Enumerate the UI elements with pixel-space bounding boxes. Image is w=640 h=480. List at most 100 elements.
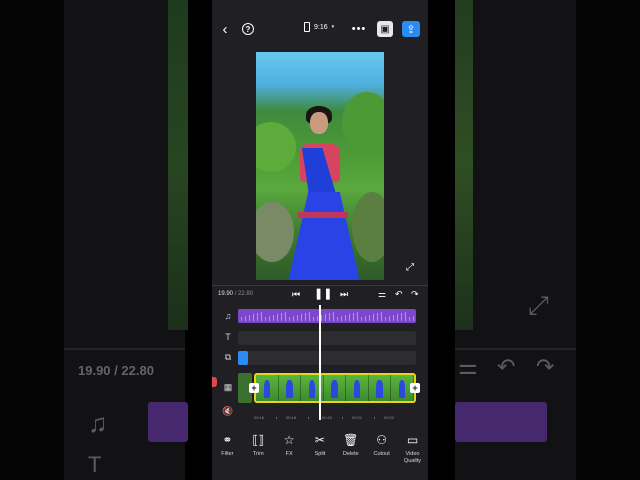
waveform-bar xyxy=(241,317,242,321)
add-music-icon[interactable]: ♫ xyxy=(222,310,234,322)
ruler-dot xyxy=(342,417,343,419)
ruler-tick: 00:20 xyxy=(322,415,333,420)
tool-label: Delete xyxy=(342,451,359,457)
fullscreen-icon[interactable]: ⤢ xyxy=(406,262,414,273)
timecode-current: 19.90 xyxy=(218,291,234,297)
adjust-icon[interactable]: ⚌ xyxy=(378,289,386,300)
chevron-left-icon[interactable]: ‹ xyxy=(216,20,234,38)
tool-trim[interactable]: ⟦⟧ Trim xyxy=(243,432,273,472)
tool-cutout[interactable]: ⚇ Cutout xyxy=(367,432,397,472)
foliage-blob xyxy=(342,92,384,152)
ruler-tick: 00:22 xyxy=(384,415,395,420)
aspect-ratio-label: 9:16 xyxy=(314,23,328,31)
foliage-blob xyxy=(256,122,296,172)
waveform-bar xyxy=(341,316,342,321)
ruler-tick: 00:16 xyxy=(254,415,265,420)
ruler-dot xyxy=(308,417,309,419)
waveform-bar xyxy=(409,317,410,321)
waveform-bar xyxy=(349,314,350,321)
add-pip-icon[interactable]: ⧉ xyxy=(222,351,234,363)
bg-right-edge xyxy=(576,0,640,480)
pip-track[interactable] xyxy=(238,351,416,365)
music-track[interactable] xyxy=(238,309,416,323)
waveform-bar xyxy=(325,314,326,321)
waveform-bar xyxy=(377,313,378,321)
waveform-bar xyxy=(257,313,258,321)
waveform-bar xyxy=(385,317,386,321)
clip-frame xyxy=(323,375,347,401)
add-transition-button[interactable]: + xyxy=(249,383,259,393)
video-clip-selected[interactable] xyxy=(254,373,416,403)
skip-forward-icon[interactable]: ⏭ xyxy=(340,289,348,300)
clip-frame xyxy=(256,375,279,401)
waveform-bar xyxy=(353,313,354,321)
waveform-bar xyxy=(289,317,290,321)
waveform-bar xyxy=(381,312,382,321)
question-circle-icon[interactable]: ? xyxy=(242,23,254,35)
waveform-bar xyxy=(397,314,398,321)
clip-frame xyxy=(346,375,369,401)
more-icon[interactable]: ••• xyxy=(350,20,368,38)
record-marker xyxy=(212,377,217,387)
tool-split[interactable]: ✂ Split xyxy=(305,432,335,472)
waveform-bar xyxy=(301,314,302,321)
video-preview[interactable] xyxy=(256,52,384,280)
ruler-dot xyxy=(276,417,277,419)
ruler-tick: 00:21 xyxy=(352,415,363,420)
mute-icon[interactable]: 🔇 xyxy=(222,405,234,417)
waveform-bar xyxy=(281,313,282,321)
tool-video-quality[interactable]: ▭ Video Quality xyxy=(397,432,427,472)
save-button[interactable]: ▣ xyxy=(377,21,393,37)
timecode: 19.90 / 22.80 xyxy=(218,291,253,297)
waveform-bar xyxy=(357,312,358,321)
tool-fx[interactable]: ☆ FX xyxy=(274,432,304,472)
video-editor-app: ‹ ? 9:16 ▾ ••• ▣ ⇪ ⤢ 19.90 / 22.80 ⏮ ❚❚ … xyxy=(212,0,428,480)
trim-icon: ⟦⟧ xyxy=(252,433,265,447)
clip-frame xyxy=(278,375,302,401)
preview-divider xyxy=(212,285,428,286)
subject-face xyxy=(310,112,328,134)
waveform-bar xyxy=(293,316,294,321)
waveform-bar xyxy=(277,314,278,321)
subject-trim xyxy=(298,212,348,218)
cutout-icon: ⚇ xyxy=(376,433,388,447)
waveform-bar xyxy=(405,312,406,321)
waveform-bar xyxy=(313,317,314,321)
tool-filter[interactable]: ⚭ Filter xyxy=(212,432,242,472)
redo-icon[interactable]: ↷ xyxy=(411,289,419,300)
skip-back-icon[interactable]: ⏮ xyxy=(292,289,300,300)
tool-label: Trim xyxy=(252,451,264,457)
save-icon: ▣ xyxy=(380,23,390,35)
video-quality-icon: ▭ xyxy=(406,433,419,447)
subject-skirt xyxy=(288,192,360,280)
tool-label: Split xyxy=(314,451,326,457)
waveform-bar xyxy=(393,315,394,321)
timecode-total: / 22.80 xyxy=(234,291,254,297)
waveform-bar xyxy=(265,317,266,321)
waveform-bar xyxy=(321,315,322,321)
add-clip-button[interactable]: + xyxy=(410,383,420,393)
waveform-bar xyxy=(337,317,338,321)
waveform-bar xyxy=(261,312,262,321)
text-track[interactable] xyxy=(238,331,416,345)
tool-delete[interactable]: 🗑 Delete xyxy=(336,432,366,472)
waveform-bar xyxy=(273,315,274,321)
add-text-icon[interactable]: T xyxy=(222,331,234,343)
playhead[interactable] xyxy=(319,305,321,420)
waveform-bar xyxy=(369,315,370,321)
pip-clip[interactable] xyxy=(238,351,248,365)
clip-frame xyxy=(368,375,392,401)
waveform-bar xyxy=(361,317,362,321)
export-button[interactable]: ⇪ xyxy=(402,21,420,37)
waveform-bar xyxy=(309,312,310,321)
tool-label: Filter xyxy=(221,451,234,457)
top-bar: ‹ ? 9:16 ▾ ••• ▣ ⇪ xyxy=(212,14,428,44)
waveform-bar xyxy=(285,312,286,321)
waveform-bar xyxy=(245,316,246,321)
video-track-icon[interactable]: ▦ xyxy=(222,381,234,393)
waveform-bar xyxy=(365,316,366,321)
pause-icon[interactable]: ❚❚ xyxy=(314,287,332,300)
undo-icon[interactable]: ↶ xyxy=(395,289,403,300)
foliage-blob xyxy=(352,192,384,262)
aspect-ratio-selector[interactable]: 9:16 ▾ xyxy=(304,22,334,32)
